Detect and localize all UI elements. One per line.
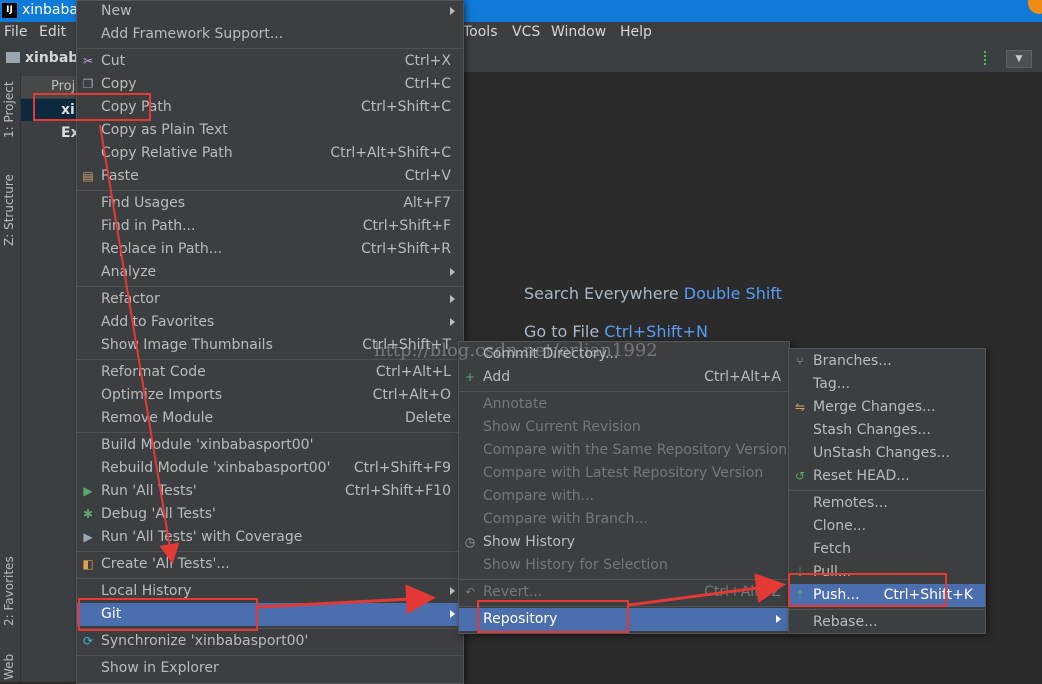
arrow-to-repository	[257, 584, 436, 615]
arrow-to-push	[628, 573, 786, 607]
annotation-arrows	[99, 124, 786, 615]
arrow-to-git	[99, 124, 180, 564]
